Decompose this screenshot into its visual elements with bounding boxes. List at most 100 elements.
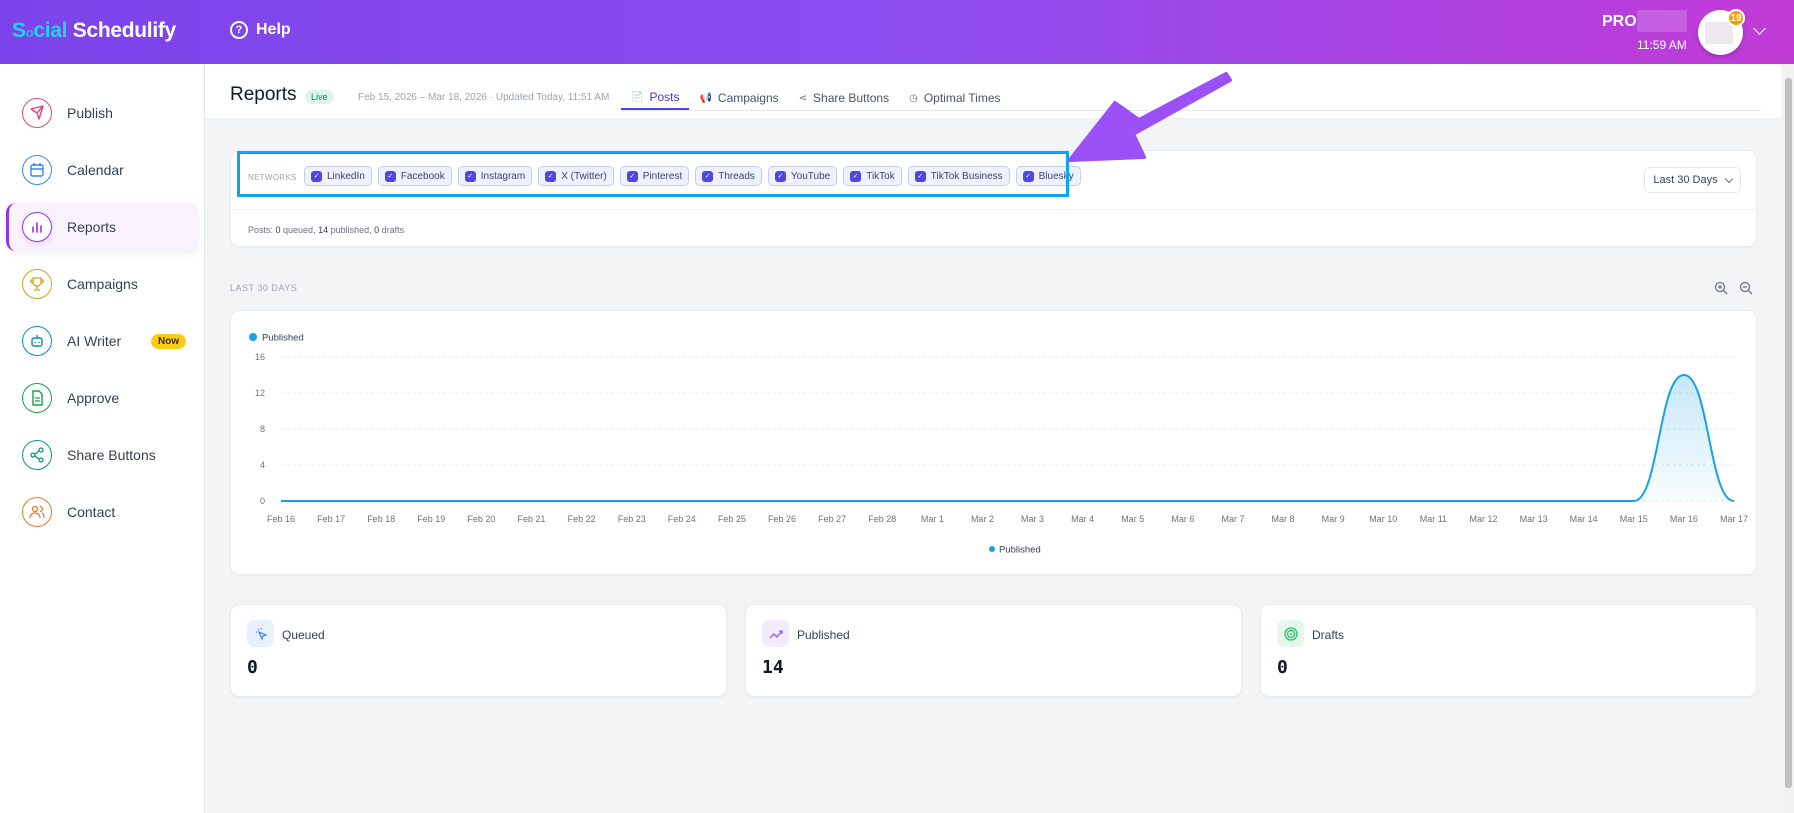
section-label: LAST 30 DAYS	[230, 283, 298, 293]
logo[interactable]: Social Schedulify	[12, 19, 176, 43]
tab-posts[interactable]: 📄 Posts	[621, 86, 690, 110]
sidebar-item-label: Contact	[67, 504, 116, 520]
stat-card-drafts: Drafts 0	[1260, 604, 1757, 697]
x-tick-label: Feb 19	[417, 514, 445, 524]
posts-summary: Posts: 0 queued, 14 published, 0 drafts	[248, 225, 405, 235]
page-title: Reports	[230, 84, 297, 105]
x-tick-label: Feb 28	[868, 514, 896, 524]
sidebar: Publish Calendar Reports Campaigns AI Writer…	[0, 64, 205, 813]
trending-up-icon	[762, 620, 789, 647]
target-icon	[1277, 620, 1304, 647]
stat-label: Queued	[282, 628, 325, 642]
x-tick-label: Feb 21	[518, 514, 546, 524]
sidebar-item-campaigns[interactable]: Campaigns	[6, 260, 199, 308]
x-tick-label: Feb 22	[568, 514, 596, 524]
x-tick-label: Feb 20	[467, 514, 495, 524]
legend-label: Published	[262, 333, 304, 344]
stat-label: Published	[797, 628, 850, 642]
x-tick-label: Feb 24	[668, 514, 696, 524]
share-icon: ⋖	[798, 92, 808, 104]
highlight-box	[237, 151, 1069, 197]
tab-share-buttons[interactable]: ⋖ Share Buttons	[789, 86, 899, 110]
plan-label: PRO	[1602, 13, 1637, 30]
x-tick-label: Feb 18	[367, 514, 395, 524]
stat-card-published: Published 14	[745, 604, 1242, 697]
trophy-icon	[22, 269, 52, 299]
notification-badge: 19	[1727, 9, 1745, 27]
clock: 11:59 AM	[1637, 38, 1687, 52]
calendar-icon	[22, 155, 52, 185]
clock-icon: ◷	[909, 92, 918, 104]
status-badge: Live	[305, 90, 334, 104]
x-tick-label: Mar 12	[1469, 514, 1497, 524]
top-bar: Social Schedulify ? Help PRO 11:59 AM 19	[0, 0, 1794, 64]
x-tick-label: Mar 6	[1171, 514, 1194, 524]
share-icon	[22, 440, 52, 470]
x-tick-label: Mar 14	[1570, 514, 1598, 524]
range-dropdown[interactable]: Last 30 Days	[1644, 167, 1741, 193]
y-tick-label: 12	[255, 388, 265, 398]
sidebar-item-label: Reports	[67, 219, 117, 235]
content-header: Reports Live Feb 15, 2026 – Mar 18, 2026…	[205, 64, 1781, 119]
x-tick-label: Feb 16	[267, 514, 295, 524]
tab-campaigns[interactable]: 📢 Campaigns	[689, 86, 788, 110]
x-tick-label: Mar 8	[1272, 514, 1295, 524]
zoom-out-icon[interactable]	[1739, 281, 1753, 295]
y-tick-label: 16	[255, 352, 265, 362]
stat-value: 0	[1277, 657, 1288, 678]
sidebar-item-label: Campaigns	[67, 276, 138, 292]
x-tick-label: Mar 16	[1670, 514, 1698, 524]
x-tick-label: Mar 1	[921, 514, 944, 524]
x-tick-label: Mar 7	[1221, 514, 1244, 524]
x-tick-label: Mar 17	[1720, 514, 1748, 524]
send-icon	[22, 98, 52, 128]
sidebar-item-ai-writer[interactable]: AI Writer Now	[6, 317, 199, 365]
x-tick-label: Feb 23	[618, 514, 646, 524]
published-chart: 0 4 8 12 16 Feb 16 Feb 17 Feb 18 Feb 19 Feb 20 Feb…	[249, 333, 1748, 556]
legend-marker	[249, 333, 257, 341]
x-tick-label: Mar 9	[1322, 514, 1345, 524]
sidebar-item-share-buttons[interactable]: Share Buttons	[6, 431, 199, 479]
document-icon: 📄	[631, 91, 644, 103]
series-line	[280, 373, 1735, 502]
users-icon	[22, 497, 52, 527]
redacted-name	[1637, 10, 1687, 32]
scrollbar[interactable]	[1783, 64, 1794, 813]
x-tick-label: Feb 25	[718, 514, 746, 524]
sidebar-item-calendar[interactable]: Calendar	[6, 146, 199, 194]
bar-chart-icon	[22, 212, 52, 242]
megaphone-icon: 📢	[699, 92, 712, 104]
x-tick-label: Mar 13	[1520, 514, 1548, 524]
zoom-in-icon[interactable]	[1714, 281, 1728, 295]
x-tick-label: Feb 17	[317, 514, 345, 524]
x-tick-label: Feb 27	[818, 514, 846, 524]
stat-card-queued: Queued 0	[230, 604, 727, 697]
x-tick-label: Mar 10	[1369, 514, 1397, 524]
document-icon	[22, 383, 52, 413]
robot-icon	[22, 326, 52, 356]
series-area	[281, 375, 1734, 501]
tab-optimal-times[interactable]: ◷ Optimal Times	[899, 86, 1010, 110]
date-range: Feb 15, 2026 – Mar 18, 2026 · Updated To…	[358, 92, 610, 103]
help-icon: ?	[230, 21, 248, 39]
sidebar-item-label: Calendar	[67, 162, 124, 178]
stat-label: Drafts	[1312, 628, 1345, 642]
chevron-down-icon[interactable]	[1753, 22, 1766, 35]
sidebar-item-approve[interactable]: Approve	[6, 374, 199, 422]
sidebar-item-label: Approve	[67, 390, 120, 406]
legend-label-bottom: Published	[999, 545, 1041, 556]
stat-value: 0	[247, 657, 258, 678]
sidebar-item-label: AI Writer	[67, 333, 122, 349]
sidebar-item-publish[interactable]: Publish	[6, 89, 199, 137]
y-tick-label: 4	[260, 460, 265, 470]
x-tick-label: Mar 15	[1620, 514, 1648, 524]
sidebar-item-reports[interactable]: Reports	[6, 203, 199, 251]
sidebar-item-label: Share Buttons	[67, 447, 156, 463]
x-tick-label: Mar 2	[971, 514, 994, 524]
chevron-down-icon	[1724, 174, 1733, 183]
help-button[interactable]: ? Help	[230, 21, 291, 39]
x-tick-label: Mar 11	[1420, 514, 1447, 524]
x-tick-label: Mar 5	[1121, 514, 1144, 524]
sidebar-item-contact[interactable]: Contact	[6, 488, 199, 536]
stat-value: 14	[762, 657, 784, 678]
